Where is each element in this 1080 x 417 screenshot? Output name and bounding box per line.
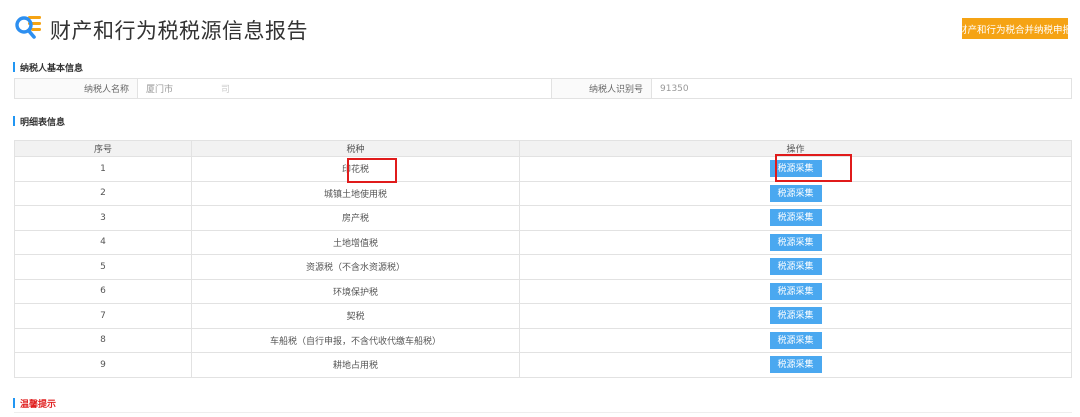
row-tax-name: 车船税（自行申报，不含代收代缴车船税）	[269, 336, 441, 347]
tax-source-collect-button[interactable]: 税源采集	[769, 331, 822, 349]
taxpayer-name-value: 厦门市 司	[137, 79, 551, 98]
tax-detail-table: 序号 税种 操作 1 印花税 税源采集 2 城镇土地使用税 税源采集 3 房产税 税源采集 4 土地…	[14, 140, 1072, 378]
row-action-cell: 税源采集	[519, 327, 1072, 353]
tax-source-collect-button[interactable]: 税源采集	[769, 356, 822, 374]
column-header-action: 操作	[519, 140, 1072, 157]
table-row: 9 耕地占用税 税源采集	[14, 352, 1072, 378]
detail-section-title: 明细表信息	[20, 117, 66, 128]
row-tax-cell: 契税	[191, 303, 520, 329]
tax-source-collect-button[interactable]: 税源采集	[769, 209, 822, 227]
row-tax-name: 环境保护税	[332, 287, 378, 298]
taxpayer-id-label: 纳税人识别号	[551, 79, 651, 98]
row-tax-name: 土地增值税	[332, 238, 378, 249]
row-seq: 4	[14, 229, 192, 255]
row-tax-cell: 耕地占用税	[191, 352, 520, 378]
row-tax-name: 耕地占用税	[332, 361, 378, 372]
row-tax-name: 资源税（不含水资源税）	[305, 263, 405, 274]
row-seq: 9	[14, 352, 192, 378]
row-action-cell: 税源采集	[519, 180, 1072, 206]
redaction-mask	[177, 84, 216, 93]
row-tax-cell: 房产税	[191, 205, 520, 231]
row-seq: 5	[14, 254, 192, 280]
row-action-cell: 税源采集	[519, 205, 1072, 231]
taxpayer-name-label: 纳税人名称	[15, 79, 137, 98]
search-document-icon	[15, 16, 41, 39]
tax-source-collect-button[interactable]: 税源采集	[769, 160, 822, 178]
row-action-cell: 税源采集	[519, 303, 1072, 329]
tax-source-collect-button[interactable]: 税源采集	[769, 184, 822, 202]
row-seq: 6	[14, 278, 192, 304]
section-marker	[13, 62, 15, 72]
row-action-cell: 税源采集	[519, 229, 1072, 255]
detail-section-heading: 明细表信息	[13, 115, 66, 128]
redaction-mask	[692, 84, 753, 93]
row-seq: 3	[14, 205, 192, 231]
taxpayer-info-row: 纳税人名称 厦门市 司 纳税人识别号 91350	[14, 78, 1072, 99]
row-tax-name: 印花税	[341, 165, 369, 176]
row-tax-cell: 印花税	[191, 156, 520, 182]
notice-section-heading: 温馨提示	[13, 397, 57, 410]
divider	[14, 412, 1072, 413]
row-tax-cell: 环境保护税	[191, 278, 520, 304]
taxpayer-section-title: 纳税人基本信息	[20, 63, 84, 74]
taxpayer-id-value: 91350	[651, 79, 1071, 98]
row-tax-cell: 资源税（不含水资源税）	[191, 254, 520, 280]
taxpayer-id-text: 91350	[660, 83, 689, 94]
table-row: 6 环境保护税 税源采集	[14, 278, 1072, 304]
tax-source-collect-button[interactable]: 税源采集	[769, 258, 822, 276]
row-action-cell: 税源采集	[519, 254, 1072, 280]
row-tax-cell: 城镇土地使用税	[191, 180, 520, 206]
section-marker	[13, 398, 15, 408]
section-marker	[13, 116, 15, 126]
table-row: 4 土地增值税 税源采集	[14, 229, 1072, 255]
row-seq: 8	[14, 327, 192, 353]
page-header: 财产和行为税税源信息报告 财产和行为税合并纳税申报	[0, 0, 1080, 56]
table-row: 5 资源税（不含水资源税） 税源采集	[14, 254, 1072, 280]
taxpayer-name-suffix: 司	[221, 85, 231, 95]
column-header-tax: 税种	[191, 140, 520, 157]
tax-source-collect-button[interactable]: 税源采集	[769, 233, 822, 251]
table-row: 8 车船税（自行申报，不含代收代缴车船税） 税源采集	[14, 327, 1072, 353]
page-title: 财产和行为税税源信息报告	[50, 19, 308, 43]
row-seq: 1	[14, 156, 192, 182]
row-action-cell: 税源采集	[519, 156, 1072, 182]
row-action-cell: 税源采集	[519, 278, 1072, 304]
row-tax-cell: 车船税（自行申报，不含代收代缴车船税）	[191, 327, 520, 353]
taxpayer-section-heading: 纳税人基本信息	[13, 61, 84, 74]
table-row: 1 印花税 税源采集	[14, 156, 1072, 182]
taxpayer-name-prefix: 厦门市	[146, 85, 174, 95]
table-body: 1 印花税 税源采集 2 城镇土地使用税 税源采集 3 房产税 税源采集 4 土地增值税 税源采集 5 资…	[14, 156, 1072, 378]
tax-source-collect-button[interactable]: 税源采集	[769, 307, 822, 325]
row-seq: 2	[14, 180, 192, 206]
row-seq: 7	[14, 303, 192, 329]
notice-section-title: 温馨提示	[20, 399, 57, 410]
row-tax-name: 契税	[346, 312, 365, 323]
row-action-cell: 税源采集	[519, 352, 1072, 378]
row-tax-name: 城镇土地使用税	[323, 189, 387, 200]
row-tax-cell: 土地增值税	[191, 229, 520, 255]
table-row: 7 契税 税源采集	[14, 303, 1072, 329]
table-row: 2 城镇土地使用税 税源采集	[14, 180, 1072, 206]
tax-source-collect-button[interactable]: 税源采集	[769, 282, 822, 300]
row-tax-name: 房产税	[341, 214, 369, 225]
merge-declaration-button[interactable]: 财产和行为税合并纳税申报	[958, 18, 1072, 39]
table-row: 3 房产税 税源采集	[14, 205, 1072, 231]
table-header-row: 序号 税种 操作	[14, 140, 1072, 157]
column-header-seq: 序号	[14, 140, 192, 157]
